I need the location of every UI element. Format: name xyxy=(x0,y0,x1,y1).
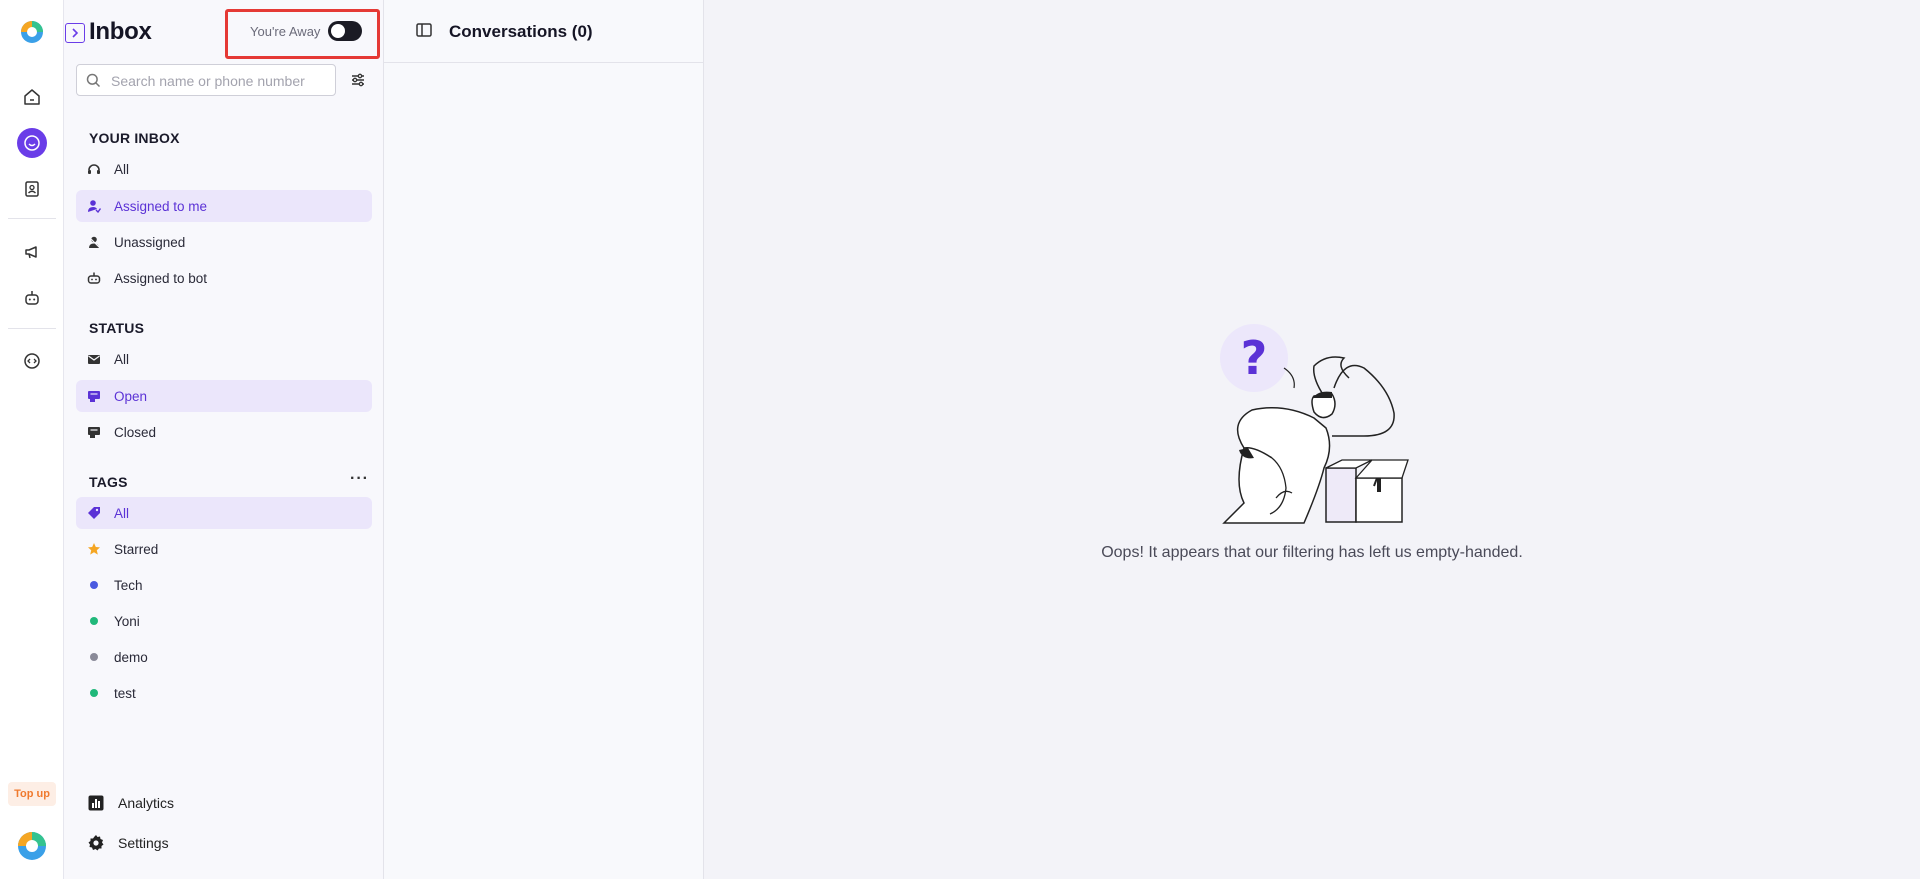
status-item-label: Open xyxy=(114,388,148,404)
inbox-panel: Inbox You're Away YOUR INBOX All Assigne… xyxy=(64,0,384,879)
inbox-item-label: Assigned to me xyxy=(114,198,208,214)
tags-more-menu-icon[interactable]: ··· xyxy=(350,470,369,488)
empty-state-message: Oops! It appears that our filtering has … xyxy=(704,544,1920,562)
bot-icon xyxy=(84,268,104,288)
tag-item-label: Yoni xyxy=(114,613,140,629)
away-toggle[interactable] xyxy=(328,21,362,41)
tag-color-dot xyxy=(84,647,104,667)
conversations-header: Conversations (0) xyxy=(384,0,704,63)
status-item-closed[interactable]: Closed xyxy=(76,416,372,448)
headset-icon xyxy=(84,159,104,179)
code-integrations-icon[interactable] xyxy=(17,346,47,376)
section-status: STATUS xyxy=(89,320,145,336)
open-chat-icon xyxy=(84,386,104,406)
tag-item-starred[interactable]: Starred xyxy=(76,533,372,565)
app-rail: Top up xyxy=(0,0,64,879)
analytics-label: Analytics xyxy=(118,795,175,811)
sliders-icon xyxy=(352,73,364,87)
inbox-item-assigned-to-me[interactable]: Assigned to me xyxy=(76,190,372,222)
megaphone-icon[interactable] xyxy=(17,237,47,267)
conversations-title: Conversations (0) xyxy=(449,22,593,41)
rail-divider xyxy=(8,328,56,329)
bot-icon[interactable] xyxy=(17,283,47,313)
user-unassigned-icon xyxy=(84,232,104,252)
inbox-item-label: Assigned to bot xyxy=(114,270,208,286)
tag-item-label: Tech xyxy=(114,577,143,593)
top-up-button[interactable]: Top up xyxy=(8,782,56,806)
section-your-inbox: YOUR INBOX xyxy=(89,130,180,146)
tag-icon xyxy=(84,503,104,523)
envelope-icon xyxy=(84,349,104,369)
tag-color-dot xyxy=(84,575,104,595)
inbox-item-label: Unassigned xyxy=(114,234,186,250)
gear-icon xyxy=(86,833,106,853)
closed-chat-icon xyxy=(84,422,104,442)
main-content: ? Oops! It appears that our filtering ha… xyxy=(704,0,1920,879)
tag-item-label: Starred xyxy=(114,541,159,557)
status-item-all[interactable]: All xyxy=(76,343,372,375)
search-box xyxy=(76,64,336,96)
tag-item-label: test xyxy=(114,685,136,701)
section-tags: TAGS xyxy=(89,474,128,490)
search-input[interactable] xyxy=(111,71,326,91)
settings-label: Settings xyxy=(118,835,169,851)
app-logo-icon[interactable] xyxy=(17,17,47,47)
tag-color-dot xyxy=(84,611,104,631)
search-icon xyxy=(86,73,101,93)
star-icon xyxy=(84,539,104,559)
tag-item-yoni[interactable]: Yoni xyxy=(76,605,372,637)
svg-text:?: ? xyxy=(1241,331,1268,385)
settings-link[interactable]: Settings xyxy=(86,828,169,858)
user-assigned-icon xyxy=(84,196,104,216)
tag-item-test[interactable]: test xyxy=(76,677,372,709)
inbox-item-unassigned[interactable]: Unassigned xyxy=(76,226,372,258)
status-item-open[interactable]: Open xyxy=(76,380,372,412)
empty-state-illustration: ? xyxy=(1214,318,1414,528)
user-avatar[interactable] xyxy=(17,831,47,861)
inbox-item-label: All xyxy=(114,161,130,177)
tag-item-demo[interactable]: demo xyxy=(76,641,372,673)
inbox-chat-icon[interactable] xyxy=(17,128,47,158)
panel-toggle-icon[interactable] xyxy=(416,22,434,40)
empty-state-text: Oops! It appears that our filtering has … xyxy=(1101,544,1523,561)
collapse-sidebar-button[interactable] xyxy=(65,23,85,43)
away-status-label: You're Away xyxy=(250,24,321,39)
inbox-item-assigned-to-bot[interactable]: Assigned to bot xyxy=(76,262,372,294)
tag-color-dot xyxy=(84,683,104,703)
status-item-label: Closed xyxy=(114,424,157,440)
bar-chart-icon xyxy=(86,793,106,813)
contacts-icon[interactable] xyxy=(17,174,47,204)
analytics-link[interactable]: Analytics xyxy=(86,788,174,818)
tag-item-label: demo xyxy=(114,649,148,665)
inbox-item-all[interactable]: All xyxy=(76,153,372,185)
rail-divider xyxy=(8,218,56,219)
tag-item-label: All xyxy=(114,505,130,521)
filter-settings-button[interactable] xyxy=(348,70,368,90)
conversations-panel: Conversations (0) xyxy=(384,0,704,879)
tag-item-all[interactable]: All xyxy=(76,497,372,529)
tag-item-tech[interactable]: Tech xyxy=(76,569,372,601)
toggle-knob xyxy=(331,24,345,38)
home-icon[interactable] xyxy=(17,82,47,112)
page-title: Inbox xyxy=(89,18,152,45)
status-item-label: All xyxy=(114,351,130,367)
